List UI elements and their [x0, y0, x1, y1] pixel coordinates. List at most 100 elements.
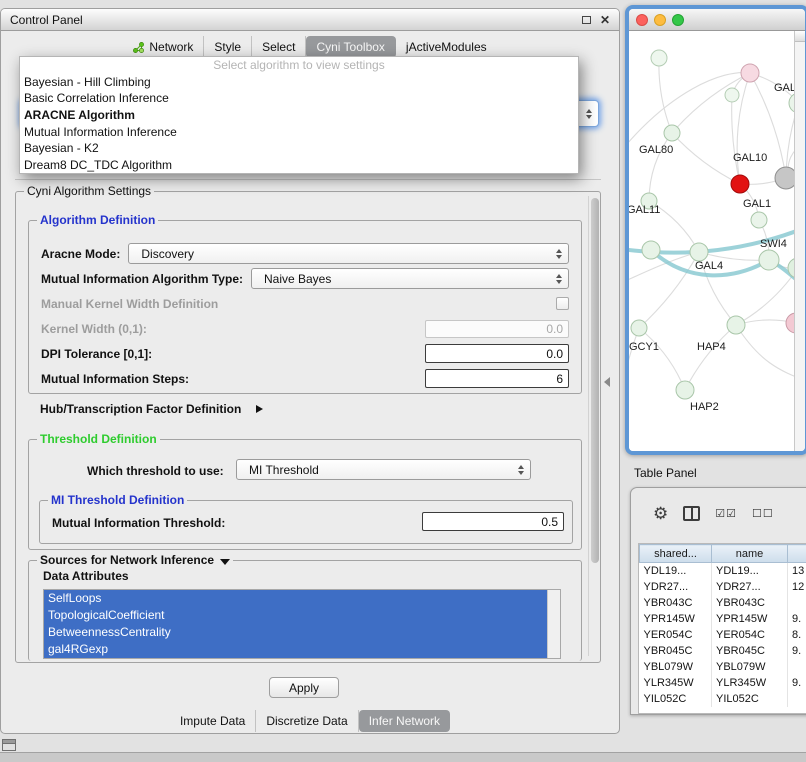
splitter-collapse-arrow[interactable]	[604, 377, 610, 387]
graph-node[interactable]	[727, 316, 745, 334]
tab-jactivemodules[interactable]: jActiveModules	[396, 36, 497, 58]
apply-button[interactable]: Apply	[269, 677, 339, 698]
column-header-shared[interactable]: shared...	[640, 545, 712, 563]
column-header-extra[interactable]	[788, 545, 806, 563]
network-view-window[interactable]: GAL8GAL80GAL10GAL11GAL1SWI4GAL4GCY1HAP4H…	[625, 5, 806, 455]
column-header-name[interactable]: name	[712, 545, 788, 563]
settings-scrollbar[interactable]	[588, 196, 600, 656]
table-cell	[788, 659, 806, 675]
tab-label: jActiveModules	[406, 40, 487, 54]
graph-node[interactable]	[725, 88, 739, 102]
collapsed-panel-icon[interactable]	[2, 739, 16, 751]
expand-arrow-icon	[256, 405, 263, 413]
network-window-titlebar[interactable]	[629, 9, 805, 31]
select-all-icon[interactable]: ☑☑	[715, 507, 737, 520]
table-row[interactable]: YBR045CYBR045C9.	[640, 643, 806, 659]
mi-threshold-input[interactable]	[422, 512, 564, 531]
close-window-icon[interactable]: ✕	[600, 14, 610, 26]
tab-label: Discretize Data	[266, 714, 347, 728]
network-canvas[interactable]: GAL8GAL80GAL10GAL11GAL1SWI4GAL4GCY1HAP4H…	[629, 31, 805, 451]
table-panel-title: Table Panel	[634, 466, 697, 480]
kernel-width-input[interactable]	[425, 320, 569, 338]
attribute-item-betweennesscentrality[interactable]: BetweennessCentrality	[44, 624, 547, 641]
graph-node[interactable]	[642, 241, 660, 259]
mi-type-value: Naive Bayes	[264, 272, 331, 286]
tab-cyni-toolbox[interactable]: Cyni Toolbox	[306, 36, 395, 58]
tab-label: Network	[149, 40, 193, 54]
tab-infer-network[interactable]: Infer Network	[359, 710, 450, 732]
tab-select[interactable]: Select	[252, 36, 306, 58]
control-panel-titlebar[interactable]: Control Panel ✕	[1, 9, 619, 31]
hub-definition-label: Hub/Transcription Factor Definition	[40, 402, 241, 416]
zoom-traffic-light-icon[interactable]	[672, 14, 684, 26]
table-cell: YLR345W	[712, 675, 788, 691]
graph-node[interactable]	[651, 50, 667, 66]
tab-network[interactable]: Network	[123, 36, 204, 58]
table-row[interactable]: YDR27...YDR27...12	[640, 579, 806, 595]
minimize-traffic-light-icon[interactable]	[654, 14, 666, 26]
attribute-item-gal4rgexp[interactable]: gal4RGexp	[44, 641, 547, 658]
algorithm-option-aracne-algorithm[interactable]: ARACNE Algorithm	[20, 107, 578, 124]
sources-title-row[interactable]: Sources for Network Inference	[37, 553, 233, 568]
sources-title: Sources for Network Inference	[40, 553, 214, 567]
tab-impute-data[interactable]: Impute Data	[170, 710, 256, 732]
attribute-item-selfloops[interactable]: SelfLoops	[44, 590, 547, 607]
hub-definition-expander[interactable]: Hub/Transcription Factor Definition	[40, 402, 263, 416]
table-row[interactable]: YBL079WYBL079W	[640, 659, 806, 675]
table-row[interactable]: YER054CYER054C8.	[640, 627, 806, 643]
graph-node-label: GAL1	[743, 198, 771, 210]
algorithm-option-bayesian-hill-climbing[interactable]: Bayesian - Hill Climbing	[20, 74, 578, 91]
graph-node[interactable]	[664, 125, 680, 141]
table-row[interactable]: YLR345WYLR345W9.	[640, 675, 806, 691]
table-row[interactable]: YIL052CYIL052C	[640, 691, 806, 707]
network-scrollbar[interactable]	[794, 31, 805, 451]
bottom-strip	[0, 752, 806, 762]
mi-threshold-group-title: MI Threshold Definition	[48, 493, 187, 508]
table-cell: 12	[788, 579, 806, 595]
data-attributes-list[interactable]: SelfLoopsTopologicalCoefficientBetweenne…	[43, 589, 561, 659]
tab-style[interactable]: Style	[204, 36, 252, 58]
aracne-mode-select[interactable]: Discovery	[128, 243, 569, 264]
float-window-icon[interactable]	[582, 16, 591, 24]
node-table: shared...name YDL19...YDL19...13YDR27...…	[638, 543, 806, 714]
graph-node[interactable]	[751, 212, 767, 228]
gear-icon[interactable]: ⚙	[653, 505, 668, 522]
close-traffic-light-icon[interactable]	[636, 14, 648, 26]
settings-group-title: Cyni Algorithm Settings	[24, 184, 154, 199]
table-cell: YBL079W	[712, 659, 788, 675]
scroll-up-button[interactable]	[795, 31, 805, 42]
mi-type-select[interactable]: Naive Bayes	[251, 268, 569, 289]
algorithm-option-basic-correlation-inference[interactable]: Basic Correlation Inference	[20, 90, 578, 107]
network-graph[interactable]: GAL8GAL80GAL10GAL11GAL1SWI4GAL4GCY1HAP4H…	[629, 31, 806, 455]
attributes-scrollbar[interactable]	[547, 590, 560, 658]
columns-icon[interactable]	[683, 506, 700, 521]
algorithm-option-bayesian-k2[interactable]: Bayesian - K2	[20, 140, 578, 157]
mi-threshold-group: MI Threshold Definition Mutual Informati…	[39, 500, 573, 544]
cyni-algorithm-settings-group: Cyni Algorithm Settings Algorithm Defini…	[15, 191, 601, 663]
graph-node[interactable]	[759, 250, 779, 270]
algorithm-option-mutual-information-inference[interactable]: Mutual Information Inference	[20, 123, 578, 140]
graph-node[interactable]	[690, 243, 708, 261]
tab-discretize-data[interactable]: Discretize Data	[256, 710, 358, 732]
graph-node-label: SWI4	[760, 238, 787, 250]
manual-kernel-checkbox[interactable]	[556, 297, 569, 310]
graph-node[interactable]	[731, 175, 749, 193]
deselect-all-icon[interactable]: ☐☐	[752, 507, 774, 520]
scrollbar-thumb[interactable]	[591, 198, 599, 563]
graph-node[interactable]	[741, 64, 759, 82]
dpi-tolerance-label: DPI Tolerance [0,1]:	[41, 347, 152, 361]
dpi-tolerance-input[interactable]	[425, 344, 569, 363]
algorithm-definition-title: Algorithm Definition	[37, 213, 158, 228]
table-row[interactable]: YDL19...YDL19...13	[640, 563, 806, 579]
aracne-mode-value: Discovery	[141, 247, 194, 261]
algorithm-option-dream8-dc-tdc-algorithm[interactable]: Dream8 DC_TDC Algorithm	[20, 156, 578, 173]
tab-label: Select	[262, 40, 295, 54]
graph-node[interactable]	[631, 320, 647, 336]
which-threshold-select[interactable]: MI Threshold	[236, 459, 531, 480]
table-cell: YPR145W	[712, 611, 788, 627]
mi-steps-input[interactable]	[425, 369, 569, 388]
graph-node[interactable]	[676, 381, 694, 399]
table-row[interactable]: YBR043CYBR043C	[640, 595, 806, 611]
attribute-item-topologicalcoefficient[interactable]: TopologicalCoefficient	[44, 607, 547, 624]
table-row[interactable]: YPR145WYPR145W9.	[640, 611, 806, 627]
